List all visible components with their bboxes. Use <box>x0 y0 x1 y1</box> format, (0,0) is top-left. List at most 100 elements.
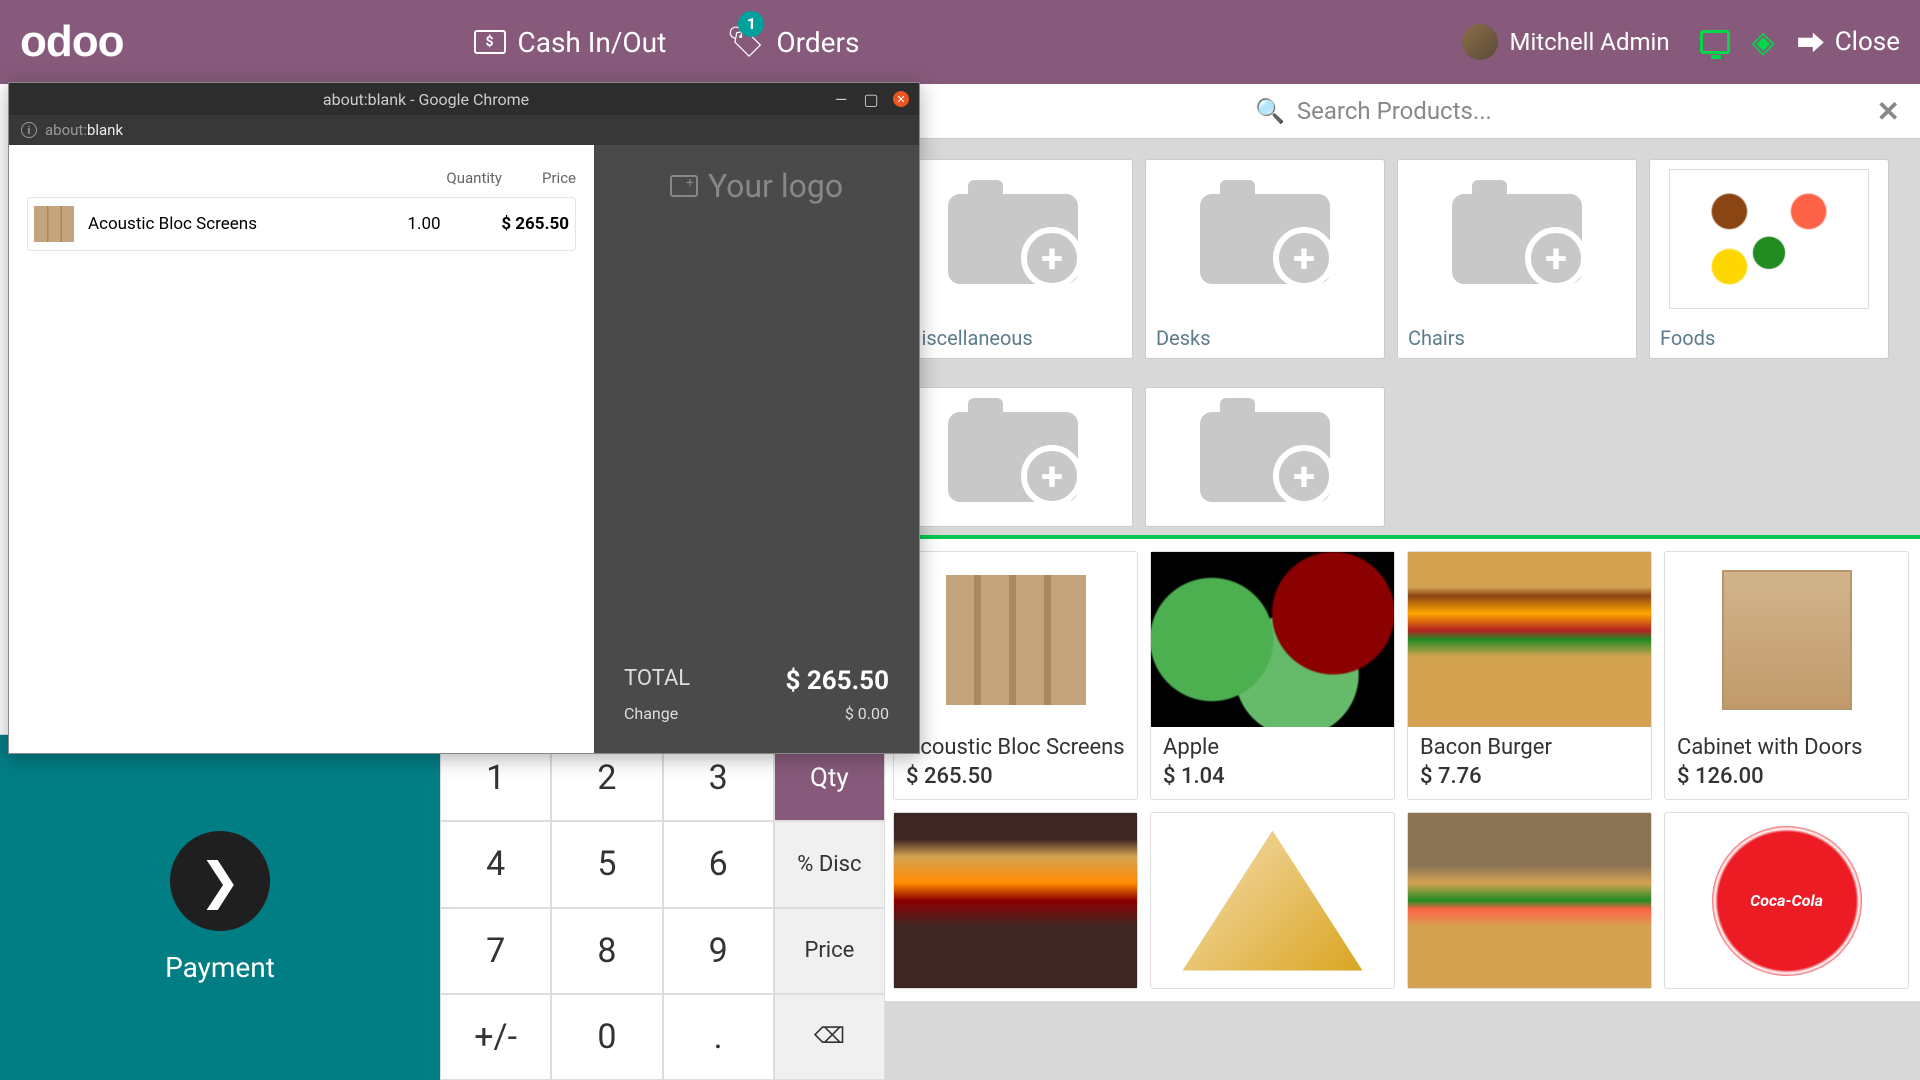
url-text: about:blank <box>45 121 123 139</box>
product-card[interactable] <box>1150 812 1395 989</box>
key-0[interactable]: 0 <box>551 994 662 1080</box>
search-icon: 🔍 <box>1255 97 1285 125</box>
product-image <box>1408 813 1651 988</box>
monitor-icon[interactable] <box>1700 30 1730 54</box>
key-disc[interactable]: % Disc <box>774 821 885 907</box>
change-label: Change <box>624 704 678 723</box>
key-dot[interactable]: . <box>663 994 774 1080</box>
search-input[interactable]: 🔍 Search Products... <box>1255 97 1877 125</box>
key-5[interactable]: 5 <box>551 821 662 907</box>
customer-display: Your logo TOTAL $ 265.50 Change $ 0.00 <box>594 145 919 753</box>
wifi-icon: ◈ <box>1752 25 1775 60</box>
category-foods[interactable]: Foods <box>1649 159 1889 359</box>
placeholder-icon <box>948 412 1078 502</box>
product-name: Cabinet with Doors <box>1665 727 1908 764</box>
chevron-right-icon: ❯ <box>199 852 241 911</box>
total-label: TOTAL <box>624 666 690 696</box>
line-name: Acoustic Bloc Screens <box>88 214 379 234</box>
clear-search-icon[interactable]: ✕ <box>1877 95 1900 128</box>
app-header: odoo $ Cash In/Out 🏷 1 Orders Mitchell A… <box>0 0 1920 84</box>
category-label: Desks <box>1146 318 1384 358</box>
key-price[interactable]: Price <box>774 908 885 994</box>
product-image: Coca-Cola <box>1712 826 1862 976</box>
category-label: Miscellaneous <box>894 318 1132 358</box>
category-label: Foods <box>1650 318 1888 358</box>
window-title: about:blank - Google Chrome <box>19 90 833 109</box>
key-9[interactable]: 9 <box>663 908 774 994</box>
window-titlebar[interactable]: about:blank - Google Chrome — ▢ ✕ <box>9 83 919 115</box>
product-card[interactable]: Cabinet with Doors $ 126.00 <box>1664 551 1909 800</box>
key-sign[interactable]: +/- <box>440 994 551 1080</box>
payment-label: Payment <box>165 951 275 984</box>
product-price: $ 265.50 <box>894 764 1137 799</box>
product-card[interactable] <box>893 812 1138 989</box>
category-label: Chairs <box>1398 318 1636 358</box>
category-card[interactable] <box>893 387 1133 527</box>
key-7[interactable]: 7 <box>440 908 551 994</box>
line-price: $ 265.50 <box>469 214 569 234</box>
close-icon[interactable]: ✕ <box>893 91 909 107</box>
payment-button[interactable]: ❯ Payment <box>0 735 440 1080</box>
close-button[interactable]: ⮕ Close <box>1797 22 1900 62</box>
product-name: Apple <box>1151 727 1394 764</box>
product-image <box>1151 552 1394 727</box>
product-grid: Acoustic Bloc Screens $ 265.50 Apple $ 1… <box>885 539 1920 1001</box>
search-bar: 🏠 🔍 Search Products... ✕ <box>885 84 1920 139</box>
close-icon: ⮕ <box>1797 22 1825 62</box>
key-backspace[interactable]: ⌫ <box>774 994 885 1080</box>
product-image <box>1408 552 1651 727</box>
key-4[interactable]: 4 <box>440 821 551 907</box>
logo-placeholder: Your logo <box>624 167 889 205</box>
cash-in-out-button[interactable]: $ Cash In/Out <box>474 26 667 59</box>
receipt-list: Quantity Price Acoustic Bloc Screens 1.0… <box>9 145 594 753</box>
search-placeholder: Search Products... <box>1297 97 1492 125</box>
total-amount: $ 265.50 <box>785 666 889 696</box>
category-chairs[interactable]: Chairs <box>1397 159 1637 359</box>
product-panel: 🏠 🔍 Search Products... ✕ Miscellaneous D… <box>885 84 1920 1080</box>
product-image <box>946 575 1086 705</box>
orders-button[interactable]: 🏷 1 Orders <box>726 25 859 60</box>
product-price: $ 126.00 <box>1665 764 1908 799</box>
foods-image <box>1669 169 1869 309</box>
status-icons: ◈ ⮕ Close <box>1700 22 1900 62</box>
key-6[interactable]: 6 <box>663 821 774 907</box>
product-card[interactable]: Bacon Burger $ 7.76 <box>1407 551 1652 800</box>
maximize-icon[interactable]: ▢ <box>863 91 879 107</box>
close-label: Close <box>1835 27 1900 57</box>
category-card[interactable] <box>1145 387 1385 527</box>
minimize-icon[interactable]: — <box>833 91 849 107</box>
url-bar[interactable]: i about:blank <box>9 115 919 145</box>
product-price: $ 7.76 <box>1408 764 1651 799</box>
col-price: Price <box>542 169 576 187</box>
placeholder-icon <box>1452 194 1582 284</box>
product-image <box>1722 570 1852 710</box>
orders-label: Orders <box>776 26 859 59</box>
product-name: Acoustic Bloc Screens <box>894 727 1137 764</box>
product-price: $ 1.04 <box>1151 764 1394 799</box>
camera-icon <box>670 175 698 197</box>
placeholder-icon <box>1200 412 1330 502</box>
product-card[interactable]: Acoustic Bloc Screens $ 265.50 <box>893 551 1138 800</box>
category-desks[interactable]: Desks <box>1145 159 1385 359</box>
user-name: Mitchell Admin <box>1510 28 1670 56</box>
change-amount: $ 0.00 <box>845 704 889 723</box>
receipt-line[interactable]: Acoustic Bloc Screens 1.00 $ 265.50 <box>27 197 576 251</box>
key-8[interactable]: 8 <box>551 908 662 994</box>
category-grid: Miscellaneous Desks Chairs Foods <box>885 139 1920 367</box>
product-card[interactable]: Coca-Cola <box>1664 812 1909 989</box>
cash-icon: $ <box>474 30 506 54</box>
line-thumb <box>34 206 74 242</box>
product-card[interactable] <box>1407 812 1652 989</box>
cash-label: Cash In/Out <box>518 26 667 59</box>
odoo-logo: odoo <box>20 17 124 67</box>
category-grid-row2 <box>885 367 1920 535</box>
col-quantity: Quantity <box>446 169 502 187</box>
user-menu[interactable]: Mitchell Admin <box>1462 24 1670 60</box>
placeholder-icon <box>948 194 1078 284</box>
product-name: Bacon Burger <box>1408 727 1651 764</box>
info-icon[interactable]: i <box>21 122 37 138</box>
product-card[interactable]: Apple $ 1.04 <box>1150 551 1395 800</box>
category-miscellaneous[interactable]: Miscellaneous <box>893 159 1133 359</box>
avatar <box>1462 24 1498 60</box>
product-image <box>1183 831 1363 971</box>
